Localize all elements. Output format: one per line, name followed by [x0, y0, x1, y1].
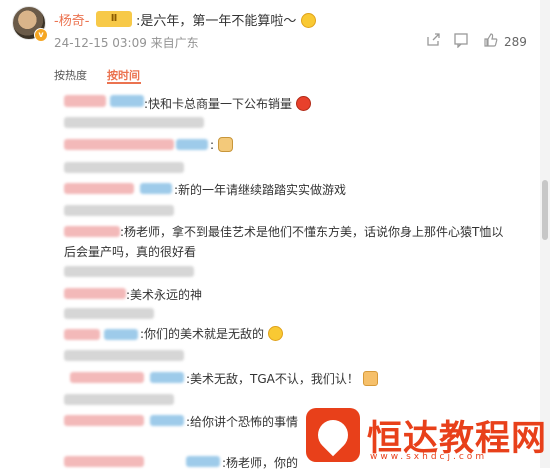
thumbs-up-icon [362, 371, 378, 386]
reply-item: : [210, 137, 233, 152]
blurred-username [64, 329, 100, 340]
blurred-username [64, 415, 144, 426]
blurred-username [64, 226, 120, 237]
reply-item: :你们的美术就是无敌的 [140, 325, 283, 342]
crown-badge: Ⅱ [96, 11, 132, 27]
badge-level: Ⅱ [110, 13, 118, 24]
reply-item: :美术永远的神 [126, 286, 202, 303]
sort-by-hot-tab[interactable]: 按热度 [54, 67, 87, 83]
blurred-username [140, 183, 172, 194]
reply-text: :美术永远的神 [126, 288, 203, 302]
blurred-username [110, 95, 144, 107]
reply-text: :快和卡总商量一下公布销量 [144, 97, 293, 111]
blurred-reply [64, 394, 174, 405]
blurred-username [104, 329, 138, 340]
blurred-username [186, 456, 220, 467]
blurred-reply [64, 117, 204, 128]
smile-emoji-icon [300, 13, 316, 28]
blurred-username [64, 456, 144, 467]
reply-item: :杨老师，你的 [222, 454, 298, 471]
blurred-reply [64, 162, 184, 173]
blurred-username [64, 95, 106, 107]
reply-text: :给你讲个恐怖的事情 [186, 415, 299, 429]
blurred-username [150, 372, 184, 383]
reply-item-continuation: 后会量产吗，真的很好看 [64, 243, 196, 260]
reply-item: :给你讲个恐怖的事情 [186, 413, 298, 430]
doge-face-icon [217, 137, 233, 152]
reply-item: :新的一年请继续踏踏实实做游戏 [174, 181, 346, 198]
reply-text: :你们的美术就是无敌的 [140, 327, 265, 341]
comment-text: :是六年，第一年不能算啦～ [136, 10, 316, 29]
blurred-reply [64, 266, 194, 277]
like-icon[interactable] [482, 32, 500, 50]
blurred-username [150, 415, 184, 426]
scrollbar-thumb[interactable] [542, 180, 548, 240]
blurred-reply [64, 308, 154, 319]
comment-timestamp: 24-12-15 03:09 来自广东 [54, 36, 199, 50]
reply-item: :快和卡总商量一下公布销量 [144, 95, 311, 112]
reply-item: :杨老师，拿不到最佳艺术是他们不懂东方美，话说你身上那件心猿T恤以 [120, 223, 503, 240]
reply-item: :美术无敌，TGA不认，我们认！ [186, 370, 378, 387]
sort-by-time-tab[interactable]: 按时间 [107, 67, 140, 83]
comment-icon[interactable] [452, 32, 470, 50]
active-tab-indicator [107, 82, 141, 84]
comment-username[interactable]: -杨奇- [54, 10, 89, 29]
reply-text: :新的一年请继续踏踏实实做游戏 [174, 183, 347, 197]
reply-text: : [210, 138, 215, 152]
angry-face-icon [295, 96, 311, 111]
verified-badge: v [34, 28, 48, 42]
reply-text: :杨老师，拿不到最佳艺术是他们不懂东方美，话说你身上那件心猿T恤以 [120, 225, 504, 239]
blurred-username [64, 139, 174, 150]
blurred-reply [64, 350, 184, 361]
comment-body: :是六年，第一年不能算啦～ [136, 14, 297, 29]
blurred-username [64, 183, 134, 194]
blurred-reply [64, 205, 174, 216]
blurred-username [176, 139, 208, 150]
share-icon[interactable] [424, 32, 442, 50]
watermark-url: www.sxhdcj.com [370, 452, 488, 462]
reply-text: :美术无敌，TGA不认，我们认！ [186, 372, 359, 386]
blurred-username [64, 288, 126, 299]
blurred-username [70, 372, 144, 383]
like-count: 289 [504, 35, 527, 49]
crying-face-icon [267, 326, 283, 341]
reply-text: 后会量产吗，真的很好看 [64, 245, 197, 259]
